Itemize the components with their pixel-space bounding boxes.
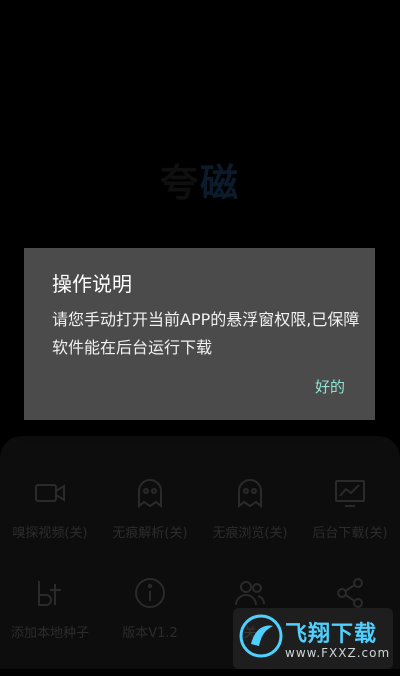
menu-item-label: 无痕解析(关) [112,526,188,541]
app-title: 夸磁 [0,152,400,207]
info-icon [135,578,165,608]
watermark-brand: 飞翔下载 [285,622,378,647]
menu-item-version[interactable]: 版本V1.2 [100,576,200,676]
menu-item-incognito-browse[interactable]: 无痕浏览(关) [200,476,300,576]
menu-item-sniff-video[interactable]: 嗅探视频(关) [0,476,100,576]
menu-item-incognito-parse[interactable]: 无痕解析(关) [100,476,200,576]
menu-item-label: 后台下载(关) [312,526,388,541]
video-camera-icon [35,484,65,502]
menu-item-label: 无痕浏览(关) [212,526,288,541]
instruction-dialog: 操作说明 请您手动打开当前APP的悬浮窗权限,已保障软件能在后台运行下载 好的 [24,248,375,420]
monitor-chart-icon [335,480,365,507]
bt-icon [38,581,61,606]
ghost-icon [238,479,262,509]
menu-item-label: 添加本地种子 [10,626,89,641]
ok-button[interactable]: 好的 [315,376,345,397]
fxxz-logo-icon [239,614,283,658]
menu-item-label: 版本V1.2 [122,626,178,641]
watermark-url: www.FXXZ.com [285,646,391,660]
watermark: 飞翔下载 www.FXXZ.com [233,608,393,669]
menu-item-add-local-seed[interactable]: 添加本地种子 [0,576,100,676]
ghost-icon [138,479,162,509]
dialog-title: 操作说明 [52,272,132,296]
dialog-message: 请您手动打开当前APP的悬浮窗权限,已保障软件能在后台运行下载 [52,310,360,357]
app-title-part1: 夸 [159,161,200,205]
menu-item-background-download[interactable]: 后台下载(关) [300,476,400,576]
app-title-part2: 磁 [200,161,241,205]
users-icon [235,581,265,606]
share-icon [337,578,363,608]
menu-row-1: 嗅探视频(关) 无痕解析(关) 无痕浏览(关) 后台下载(关) [0,476,400,576]
menu-item-label: 嗅探视频(关) [12,526,88,541]
